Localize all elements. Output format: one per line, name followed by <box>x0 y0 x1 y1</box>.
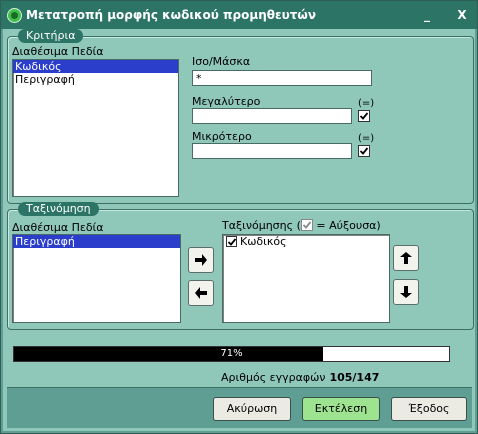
sorting-available-fields-label: Διαθέσιμα Πεδία <box>12 221 104 234</box>
close-button[interactable]: X <box>452 6 472 24</box>
less-than-input[interactable] <box>192 143 352 159</box>
sort-list-item[interactable]: Κωδικός <box>223 235 389 248</box>
cancel-button[interactable]: Ακύρωση <box>213 397 291 421</box>
record-count: Αριθμός εγγραφών 105/147 <box>221 371 379 384</box>
move-up-button[interactable] <box>393 245 419 271</box>
progress-bar: 71% <box>13 346 450 362</box>
exit-button[interactable]: Έξοδος <box>391 397 467 421</box>
criteria-group: Κριτήρια Διαθέσιμα Πεδία Κωδικός Περιγραφ… <box>7 29 474 204</box>
arrow-right-icon <box>195 254 207 266</box>
less-equal-checkbox[interactable] <box>358 145 370 157</box>
sorting-legend: Ταξινόμηση <box>18 202 99 216</box>
arrow-up-icon <box>400 252 412 264</box>
window-title: Μετατροπή μορφής κωδικού προμηθευτών <box>26 8 317 22</box>
sorting-available-fields-list[interactable]: Περιγραφή <box>12 234 181 323</box>
less-equal-label: (=) <box>358 133 375 144</box>
equal-mask-label: Ισο/Μάσκα <box>192 55 251 68</box>
ascending-legend-checkbox <box>300 219 313 231</box>
sort-item-checkbox[interactable] <box>226 236 237 247</box>
record-count-value: 105/147 <box>329 371 380 384</box>
list-item[interactable]: Περιγραφή <box>13 73 178 86</box>
greater-equal-label: (=) <box>358 98 375 109</box>
app-icon <box>7 8 22 23</box>
move-left-button[interactable] <box>188 280 214 306</box>
equal-mask-input[interactable] <box>192 70 372 86</box>
greater-equal-checkbox[interactable] <box>358 110 370 122</box>
greater-than-input[interactable] <box>192 108 352 124</box>
sort-order-list[interactable]: Κωδικός <box>222 234 390 323</box>
title-bar[interactable]: Μετατροπή μορφής κωδικού προμηθευτών _ X <box>1 1 477 29</box>
criteria-available-fields-list[interactable]: Κωδικός Περιγραφή <box>12 59 179 197</box>
sort-order-label: Ταξινόμησης ( = Αύξουσα) <box>222 219 381 232</box>
move-down-button[interactable] <box>393 279 419 305</box>
list-item[interactable]: Περιγραφή <box>13 235 180 248</box>
button-bar: Ακύρωση Εκτέλεση Έξοδος <box>7 387 472 428</box>
sorting-group: Ταξινόμηση Διαθέσιμα Πεδία Περιγραφή Ταξ… <box>7 202 474 330</box>
record-count-label: Αριθμός εγγραφών <box>221 371 326 384</box>
arrow-left-icon <box>195 287 207 299</box>
sort-order-label-suffix: = Αύξουσα) <box>312 219 381 232</box>
sort-item-label: Κωδικός <box>240 235 287 248</box>
greater-than-label: Μεγαλύτερο <box>192 95 261 108</box>
execute-button[interactable]: Εκτέλεση <box>302 397 380 421</box>
criteria-legend: Κριτήρια <box>18 29 84 43</box>
dialog-body: Κριτήρια Διαθέσιμα Πεδία Κωδικός Περιγραφ… <box>3 29 475 431</box>
list-item[interactable]: Κωδικός <box>13 60 178 73</box>
progress-percent: 71% <box>220 348 243 359</box>
minimize-button[interactable]: _ <box>417 6 437 24</box>
arrow-down-icon <box>400 286 412 298</box>
criteria-available-fields-label: Διαθέσιμα Πεδία <box>12 45 104 58</box>
less-than-label: Μικρότερο <box>192 130 252 143</box>
dialog-window: Μετατροπή μορφής κωδικού προμηθευτών _ X… <box>0 0 478 434</box>
move-right-button[interactable] <box>188 247 214 273</box>
sort-order-label-prefix: Ταξινόμησης ( <box>222 219 301 232</box>
